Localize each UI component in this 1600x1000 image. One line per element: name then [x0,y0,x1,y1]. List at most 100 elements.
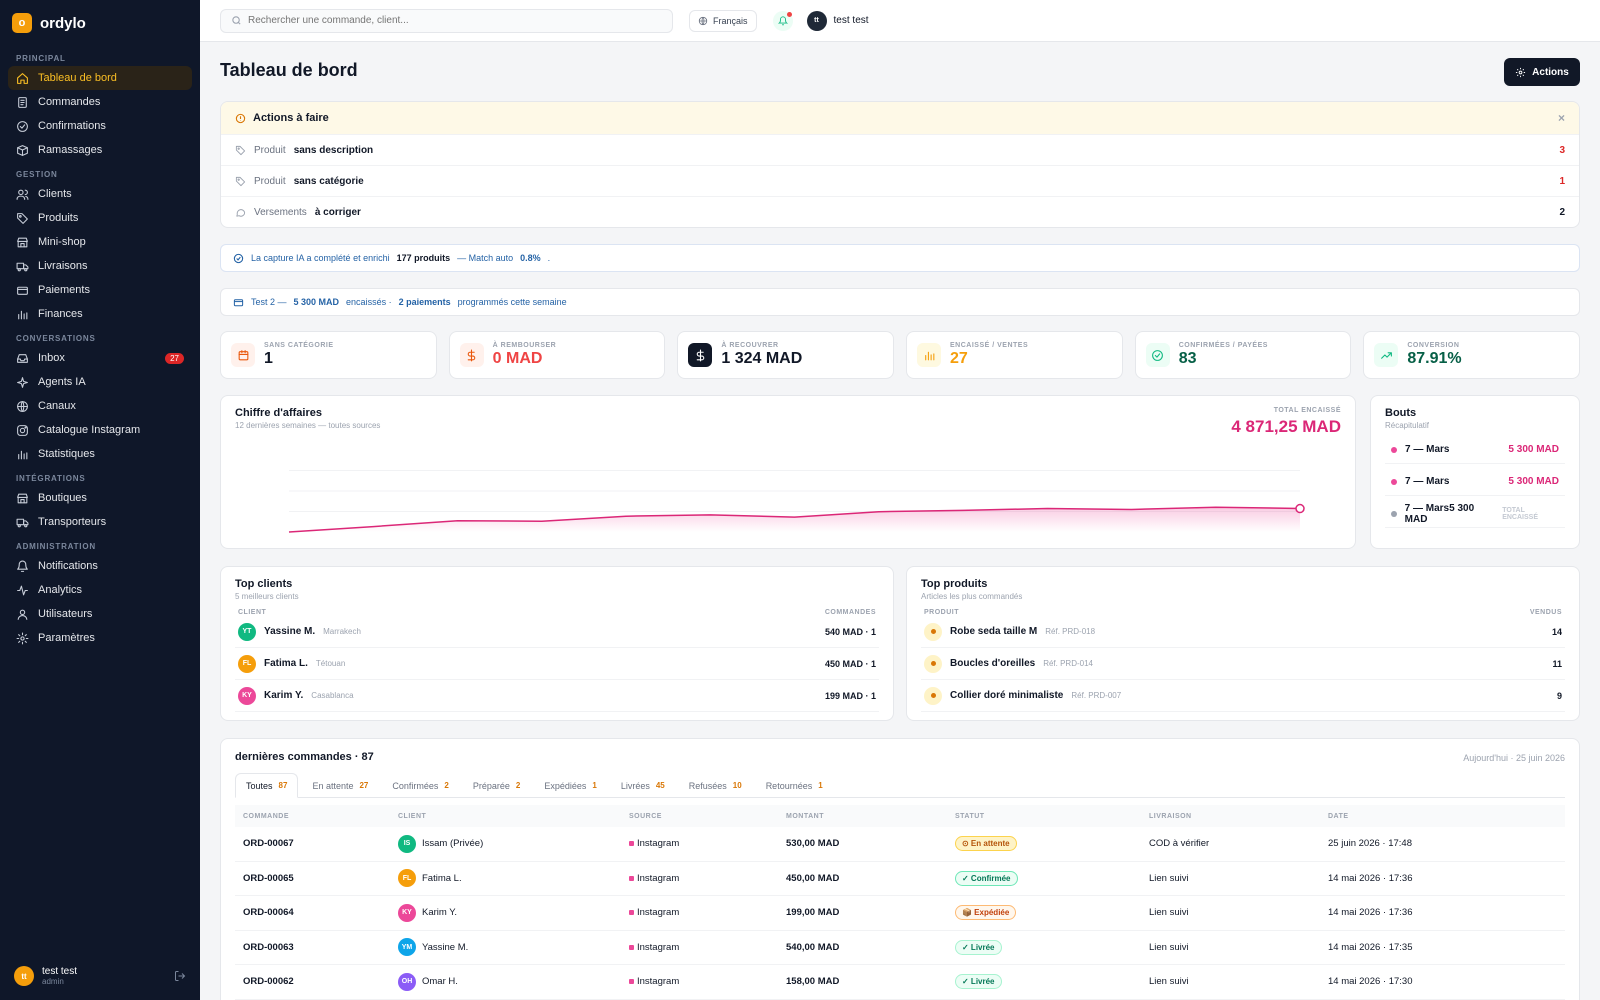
table-row[interactable]: ORD-00067 IS Issam (Privée) Instagram 530,00… [235,827,1565,862]
kpi-card[interactable]: CONVERSION 87.91% [1363,331,1581,379]
sidebar-item-mini-shop[interactable]: Mini-shop [8,230,192,254]
tab-exp-di-es[interactable]: Expédiées 1 [534,773,606,798]
column-header[interactable]: STATUT [955,813,1149,820]
bout-dot [1391,478,1397,485]
sidebar: o ordylo PRINCIPAL Tableau de bord Command… [0,0,200,1000]
revenue-subtitle: 12 dernières semaines — toutes sources [235,421,381,430]
sidebar-item-clients[interactable]: Clients [8,182,192,206]
client-row[interactable]: YT Yassine M. Marrakech 540 MAD · 1 [235,616,879,648]
column-header[interactable]: LIVRAISON [1149,813,1328,820]
col-orders: COMMANDES [824,609,876,616]
sidebar-item-boutiques[interactable]: Boutiques [8,486,192,510]
client-name: Yassine M. [422,941,469,953]
kpi-label: CONFIRMÉES / PAYÉES [1178,342,1268,349]
brand[interactable]: o ordylo [0,0,200,46]
table-row[interactable]: ORD-00063 YM Yassine M. Instagram 540,00 MAD… [235,931,1565,965]
tab-livr-es[interactable]: Livrées 45 [611,773,675,798]
sidebar-item-paiements[interactable]: Paiements [8,278,192,302]
sidebar-item-ramassages[interactable]: Ramassages [8,138,192,162]
sidebar-item-commandes[interactable]: Commandes [8,90,192,114]
sidebar-item-livraisons[interactable]: Livraisons [8,254,192,278]
sidebar-item-notifications[interactable]: Notifications [8,554,192,578]
sidebar-item-transporteurs[interactable]: Transporteurs [8,510,192,534]
sidebar-item-tableau-de-bord[interactable]: Tableau de bord [8,66,192,90]
search-input[interactable] [248,15,648,26]
notifications-button[interactable] [772,10,793,31]
column-header[interactable]: MONTANT [786,813,955,820]
bout-row[interactable]: 7 — Mars5 300 MAD TOTAL ENCAISSÉ [1385,500,1565,528]
todo-item[interactable]: Produit sans description 3 [221,134,1579,165]
tag-icon [235,145,246,155]
product-sold: 9 [1556,690,1562,701]
client-row[interactable]: KY Karim Y. Casablanca 199 MAD · 1 [235,680,879,712]
order-id[interactable]: ORD-00067 [235,838,398,849]
tab-retourn-es[interactable]: Retournées 1 [756,773,833,798]
product-row[interactable]: Boucles d'oreilles Réf. PRD-014 11 [921,648,1565,680]
top-user-name: test test [833,15,869,26]
top-user-menu[interactable]: tt test test [806,10,869,31]
product-row[interactable]: Robe seda taille M Réf. PRD-018 14 [921,616,1565,648]
table-row[interactable]: ORD-00064 KY Karim Y. Instagram 199,00 MAD 📦 … [235,896,1565,931]
tab-confirm-es[interactable]: Confirmées 2 [382,773,458,798]
sidebar-item-param-tres[interactable]: Paramètres [8,626,192,650]
avatar: tt [806,10,827,31]
order-client: IS Issam (Privée) [398,834,629,853]
revenue-point [1295,503,1305,514]
tab-refus-es[interactable]: Refusées 10 [679,773,752,798]
order-id[interactable]: ORD-00063 [235,942,398,953]
tab-toutes[interactable]: Toutes 87 [235,773,299,798]
sidebar-user[interactable]: tt test test admin [0,952,200,1000]
todo-item[interactable]: Versements à corriger 2 [221,196,1579,227]
tab-pr-par-e[interactable]: Préparée 2 [463,773,530,798]
sidebar-item-label: Boutiques [38,492,87,504]
column-header[interactable]: SOURCE [629,813,786,820]
sidebar-item-inbox[interactable]: Inbox 27 [8,346,192,370]
logout-icon[interactable] [174,970,186,982]
ai-products: 177 produits [396,253,451,263]
close-icon[interactable]: × [1558,111,1565,125]
sidebar-item-utilisateurs[interactable]: Utilisateurs [8,602,192,626]
column-header[interactable]: DATE [1328,813,1565,820]
tab-en-attente[interactable]: En attente 27 [302,773,378,798]
actions-button[interactable]: Actions [1504,58,1580,86]
sidebar-item-produits[interactable]: Produits [8,206,192,230]
table-row[interactable]: ORD-00062 OH Omar H. Instagram 158,00 MAD ✓ L… [235,965,1565,1000]
tab-label: Retournées [765,780,813,791]
kpi-card[interactable]: À RECOUVRER 1 324 MAD [677,331,895,379]
kpi-value: 1 324 MAD [721,350,803,367]
column-header[interactable]: CLIENT [398,813,629,820]
status-badge: ✓ Livrée [955,939,1002,955]
sidebar-item-label: Confirmations [38,120,106,132]
order-id[interactable]: ORD-00064 [235,907,398,918]
order-id[interactable]: ORD-00065 [235,873,398,884]
sidebar-item-agents-ia[interactable]: Agents IA [8,370,192,394]
kpi-card[interactable]: À REMBOURSER 0 MAD [448,331,666,379]
box-icon [17,144,28,156]
orders-date: Aujourd'hui · 25 juin 2026 [1463,753,1565,763]
sidebar-item-statistiques[interactable]: Statistiques [8,442,192,466]
column-header[interactable]: COMMANDE [235,813,398,820]
language-selector[interactable]: Français [689,9,757,32]
client-row[interactable]: FL Fatima L. Tétouan 450 MAD · 1 [235,648,879,680]
check-circle-icon [233,253,244,263]
orders-table-header: COMMANDE CLIENT SOURCE MONTANT STATUT LIVRAIS… [235,805,1565,827]
product-row[interactable]: Collier doré minimaliste Réf. PRD-007 9 [921,680,1565,712]
todo-item[interactable]: Produit sans catégorie 1 [221,165,1579,196]
sidebar-item-confirmations[interactable]: Confirmations [8,114,192,138]
sidebar-item-analytics[interactable]: Analytics [8,578,192,602]
table-row[interactable]: ORD-00065 FL Fatima L. Instagram 450,00 MAD ✓… [235,862,1565,896]
sidebar-item-finances[interactable]: Finances [8,302,192,326]
order-status: ✓ Livrée [955,974,1149,990]
bout-row[interactable]: 7 — Mars 5 300 MAD [1385,436,1565,464]
kpi-card[interactable]: SANS CATÉGORIE 1 [220,331,437,379]
product-ref: Réf. PRD-014 [1043,659,1093,668]
order-id[interactable]: ORD-00062 [235,976,398,987]
sidebar-item-catalogue-instagram[interactable]: Catalogue Instagram [8,418,192,442]
search-box[interactable] [220,8,673,33]
tab-label: Confirmées [392,780,439,791]
sidebar-item-canaux[interactable]: Canaux [8,394,192,418]
bout-row[interactable]: 7 — Mars 5 300 MAD [1385,468,1565,496]
kpi-value: 27 [950,350,968,367]
kpi-card[interactable]: CONFIRMÉES / PAYÉES 83 [1134,331,1352,379]
kpi-card[interactable]: ENCAISSÉ / VENTES 27 [906,331,1123,379]
